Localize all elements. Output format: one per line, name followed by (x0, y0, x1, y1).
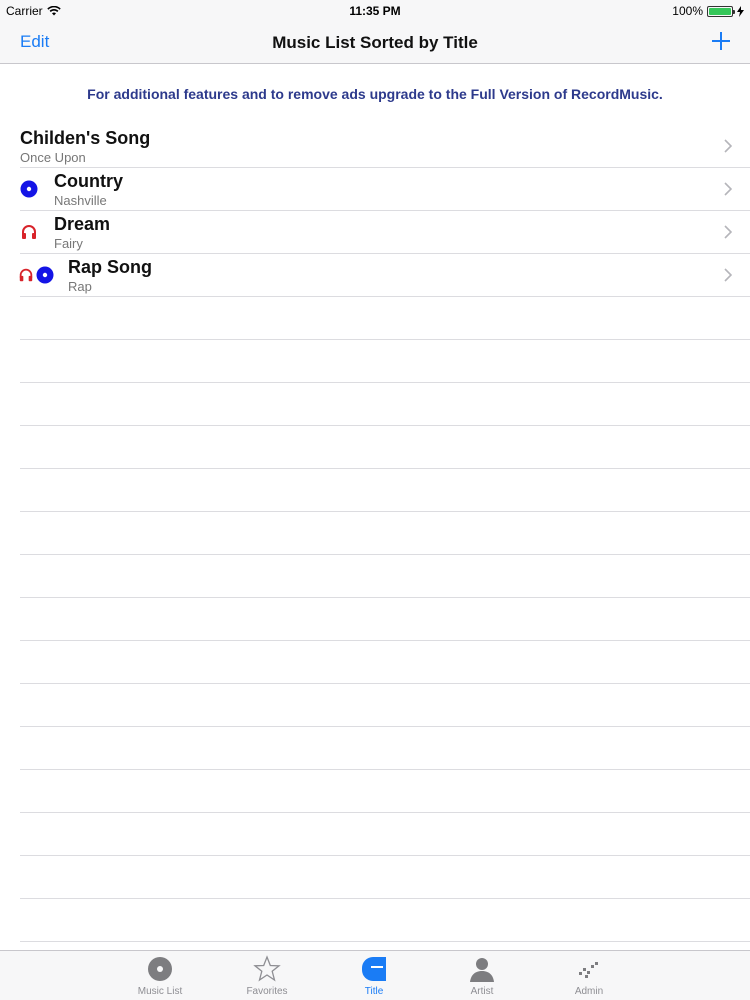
empty-row (20, 598, 750, 641)
song-title: Childen's Song (20, 128, 151, 148)
upgrade-banner[interactable]: For additional features and to remove ad… (0, 86, 750, 102)
tab-label: Favorites (246, 986, 288, 997)
empty-row (20, 813, 750, 856)
chevron-right-icon (724, 182, 732, 196)
tab-admin[interactable]: Admin (539, 955, 639, 997)
song-row-dream[interactable]: Dream Fairy (20, 211, 750, 254)
vinyl-icon (20, 180, 38, 198)
song-title: Rap Song (68, 257, 152, 277)
song-subtitle: Nashville (54, 193, 107, 208)
tab-label: Artist (470, 986, 494, 997)
song-subtitle: Rap (68, 279, 92, 294)
chevron-right-icon (724, 139, 732, 153)
tab-label: Title (364, 986, 384, 997)
battery-percent: 100% (672, 4, 703, 18)
song-subtitle: Once Upon (20, 150, 86, 165)
chevron-right-icon (724, 225, 732, 239)
tab-favorites[interactable]: Favorites (217, 955, 317, 997)
empty-row (20, 684, 750, 727)
navigation-bar: Edit Music List Sorted by Title (0, 22, 750, 64)
page-title: Music List Sorted by Title (272, 33, 478, 52)
song-row-country[interactable]: Country Nashville (20, 168, 750, 211)
empty-row (20, 770, 750, 813)
status-bar: Carrier 11:35 PM 100% (0, 0, 750, 22)
tab-title[interactable]: Title (324, 955, 424, 997)
empty-row (20, 555, 750, 598)
status-time: 11:35 PM (349, 4, 401, 18)
vinyl-icon (36, 266, 54, 284)
empty-row (20, 426, 750, 469)
title-icon (362, 957, 386, 981)
star-icon (253, 955, 281, 982)
empty-row (20, 512, 750, 555)
song-list: Childen's Song Once Upon Country Nashvil… (0, 125, 750, 985)
tab-label: Admin (574, 986, 604, 997)
tab-artist[interactable]: Artist (432, 955, 532, 997)
charging-icon (737, 5, 744, 17)
song-title: Dream (54, 214, 111, 234)
song-row-rap-song[interactable]: Rap Song Rap (19, 254, 750, 297)
person-icon (470, 958, 494, 982)
battery-icon (707, 5, 735, 17)
empty-row (20, 899, 750, 942)
empty-row (20, 641, 750, 684)
empty-row (20, 727, 750, 770)
disc-icon (148, 957, 172, 981)
song-title: Country (54, 171, 123, 191)
empty-row (20, 297, 750, 340)
chevron-right-icon (724, 268, 732, 282)
headphones-icon (22, 225, 36, 239)
tab-bar: Music List Favorites Title Artist Admin (0, 950, 750, 1000)
empty-row (20, 383, 750, 426)
empty-row (20, 856, 750, 899)
admin-icon (579, 962, 598, 978)
empty-row (20, 340, 750, 383)
headphones-icon (19, 268, 33, 282)
add-icon[interactable] (710, 28, 732, 54)
song-subtitle: Fairy (54, 236, 83, 251)
empty-row (20, 469, 750, 512)
tab-label: Music List (137, 986, 183, 997)
tab-music-list[interactable]: Music List (110, 955, 210, 997)
song-row-childens-song[interactable]: Childen's Song Once Upon (20, 125, 750, 168)
